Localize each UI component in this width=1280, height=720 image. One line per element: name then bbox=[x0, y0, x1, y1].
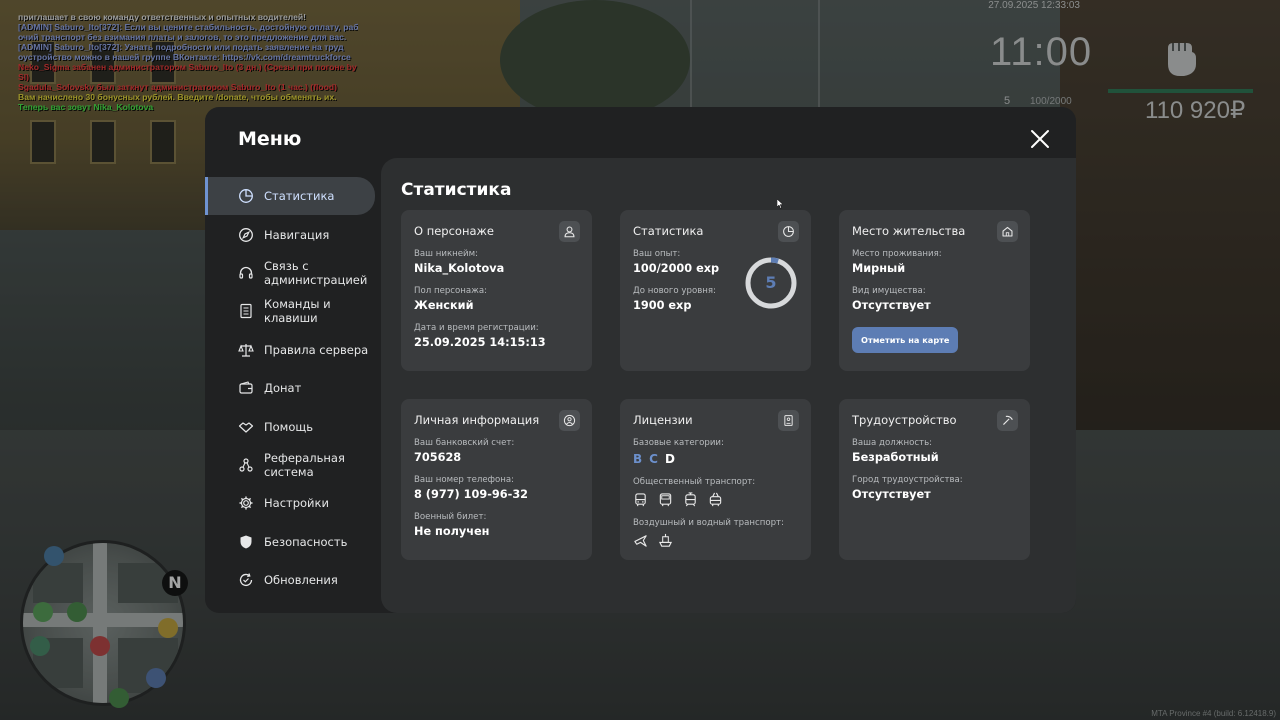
card-title: Лицензии bbox=[633, 413, 693, 427]
job-city-value: Отсутствует bbox=[852, 488, 931, 501]
card-stats: Статистика Ваш опыт: 100/2000 exp До нов… bbox=[620, 210, 811, 371]
position-label: Ваша должность: bbox=[852, 438, 933, 448]
nav-item[interactable]: Команды и клавиши bbox=[205, 292, 375, 330]
nav-item[interactable]: Правила сервера bbox=[205, 331, 375, 369]
mouse-cursor-icon bbox=[777, 199, 784, 209]
id-card-icon bbox=[778, 410, 799, 431]
nickname-label: Ваш никнейм: bbox=[414, 249, 479, 259]
document-icon bbox=[240, 304, 252, 319]
registration-value: 25.09.2025 14:15:13 bbox=[414, 336, 546, 349]
public-transport-label: Общественный транспорт: bbox=[633, 477, 756, 487]
nav-label: Обновления bbox=[264, 573, 338, 588]
user-circle-icon bbox=[559, 410, 580, 431]
stats-panel: Статистика О персонаже Ваш никнейм: Nika… bbox=[381, 158, 1076, 613]
nav-label: Настройки bbox=[264, 496, 329, 511]
mark-on-map-button[interactable]: Отметить на карте bbox=[852, 327, 959, 353]
bank-value: 705628 bbox=[414, 451, 462, 464]
position-value: Безработный bbox=[852, 451, 939, 464]
refresh-check-icon bbox=[239, 573, 253, 587]
license-category: B bbox=[633, 452, 643, 466]
scales-icon bbox=[238, 343, 254, 357]
property-label: Вид имущества: bbox=[852, 286, 926, 296]
nav-label: Команды и клавиши bbox=[264, 297, 331, 326]
card-licenses: Лицензии Базовые категории: BCD Обществе… bbox=[620, 399, 811, 560]
phone-value: 8 (977) 109-96-32 bbox=[414, 488, 529, 501]
level-number: 5 bbox=[765, 273, 777, 292]
nav-item[interactable]: Реферальная система bbox=[205, 446, 375, 484]
nav-label: Помощь bbox=[264, 419, 314, 434]
nav-label: Безопасность bbox=[264, 534, 348, 549]
coach-icon bbox=[659, 493, 672, 507]
content-title: Статистика bbox=[401, 180, 512, 200]
registration-label: Дата и время регистрации: bbox=[414, 323, 539, 333]
chart-pie-icon bbox=[778, 221, 799, 242]
plane-icon bbox=[634, 535, 647, 547]
bus-icon bbox=[635, 493, 646, 507]
home-icon bbox=[997, 221, 1018, 242]
card-job: Трудоустройство Ваша должность: Безработ… bbox=[839, 399, 1030, 560]
card-title: Личная информация bbox=[414, 413, 540, 427]
nav-item[interactable]: Навигация bbox=[205, 215, 375, 253]
nav-label: Донат bbox=[264, 381, 302, 396]
menu-window: Меню Статистика Навигация Связь с админист… bbox=[205, 107, 1076, 613]
public-transport-icons bbox=[633, 492, 798, 507]
compass-icon bbox=[239, 227, 253, 242]
wallet-icon bbox=[239, 381, 253, 394]
nav-label: Реферальная система bbox=[264, 450, 345, 479]
card-title: Место жительства bbox=[852, 224, 966, 238]
property-value: Отсутствует bbox=[852, 299, 931, 312]
bank-label: Ваш банковский счет: bbox=[414, 438, 515, 448]
nav-item[interactable]: Донат bbox=[205, 369, 375, 407]
license-category: C bbox=[649, 452, 658, 466]
nav-label: Связь с администрацией bbox=[264, 258, 368, 287]
nickname-value: Nika_Kolotova bbox=[414, 262, 505, 275]
nav-label: Навигация bbox=[264, 227, 330, 242]
nav-label: Правила сервера bbox=[264, 342, 369, 357]
base-categories-label: Базовые категории: bbox=[633, 438, 724, 448]
job-city-label: Город трудоустройства: bbox=[852, 475, 963, 485]
shield-icon bbox=[240, 535, 252, 549]
card-title: Статистика bbox=[633, 224, 704, 238]
nav-item[interactable]: Безопасность bbox=[205, 523, 375, 561]
military-label: Военный билет: bbox=[414, 512, 487, 522]
tram-icon bbox=[685, 492, 696, 507]
menu-sidebar: Статистика Навигация Связь с администрацие… bbox=[205, 177, 375, 599]
card-title: О персонаже bbox=[414, 224, 494, 238]
place-value: Мирный bbox=[852, 262, 906, 275]
nav-item[interactable]: Помощь bbox=[205, 407, 375, 445]
nav-item[interactable]: Настройки bbox=[205, 484, 375, 522]
gender-label: Пол персонажа: bbox=[414, 286, 488, 296]
headset-icon bbox=[239, 266, 253, 279]
card-residence: Место жительства Место проживания: Мирны… bbox=[839, 210, 1030, 371]
handshake-icon bbox=[238, 421, 254, 433]
air-water-label: Воздушный и водный транспорт: bbox=[633, 518, 784, 528]
nav-label: Статистика bbox=[264, 189, 335, 204]
military-value: Не получен bbox=[414, 525, 490, 538]
user-icon bbox=[559, 221, 580, 242]
license-category: D bbox=[664, 452, 675, 466]
card-character: О персонаже Ваш никнейм: Nika_Kolotova П… bbox=[401, 210, 592, 371]
menu-title: Меню bbox=[238, 128, 302, 150]
network-icon bbox=[239, 458, 253, 472]
nav-item[interactable]: Обновления bbox=[205, 561, 375, 599]
close-icon bbox=[1031, 130, 1049, 148]
license-categories: BCD bbox=[633, 452, 798, 466]
gender-value: Женский bbox=[414, 299, 474, 312]
nav-item[interactable]: Связь с администрацией bbox=[205, 254, 375, 292]
chart-pie-icon bbox=[239, 189, 253, 204]
card-personal: Личная информация Ваш банковский счет: 7… bbox=[401, 399, 592, 560]
nav-item[interactable]: Статистика bbox=[205, 177, 375, 216]
card-title: Трудоустройство bbox=[852, 413, 957, 427]
gear-icon bbox=[239, 496, 253, 510]
close-button[interactable] bbox=[1028, 127, 1052, 151]
pickaxe-icon bbox=[997, 410, 1018, 431]
trolleybus-icon bbox=[709, 492, 722, 507]
place-label: Место проживания: bbox=[852, 249, 942, 259]
boat-icon bbox=[658, 533, 673, 547]
air-water-icons bbox=[633, 533, 798, 548]
phone-label: Ваш номер телефона: bbox=[414, 475, 515, 485]
